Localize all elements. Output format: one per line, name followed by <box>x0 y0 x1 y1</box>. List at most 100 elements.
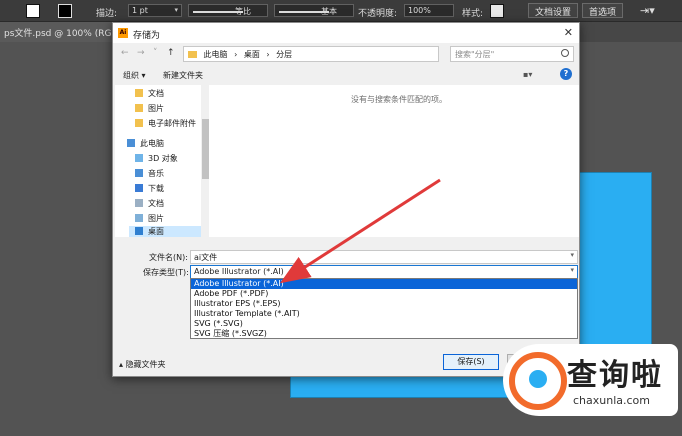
tree-item-this-pc[interactable]: 此电脑 <box>127 138 164 149</box>
tree-item-label: 音乐 <box>148 169 164 178</box>
brush-label: 基本 <box>321 7 337 16</box>
desktop-icon <box>135 227 143 235</box>
document-setup-button[interactable]: 文档设置 <box>528 3 579 18</box>
chevron-down-icon: ▾ <box>570 266 574 274</box>
picture-icon <box>135 214 143 222</box>
filetype-dropdown: Adobe Illustrator (*.AI) Adobe PDF (*.PD… <box>190 278 578 339</box>
computer-icon <box>127 139 135 147</box>
back-icon[interactable]: ← <box>121 48 129 58</box>
filetype-select[interactable]: Adobe Illustrator (*.AI) ▾ <box>190 265 578 279</box>
new-folder-button[interactable]: 新建文件夹 <box>163 70 203 81</box>
tree-item-music[interactable]: 音乐 <box>135 168 164 179</box>
illustrator-app-icon: Ai <box>118 28 128 38</box>
address-bar[interactable]: 此电脑 › 桌面 › 分层 <box>183 46 439 62</box>
watermark-url: chaxunla.com <box>573 394 650 407</box>
filetype-option-ait[interactable]: Illustrator Template (*.AIT) <box>191 309 577 319</box>
chevron-down-icon: ▾ <box>174 6 178 14</box>
stroke-weight-value: 1 pt <box>132 6 148 15</box>
folder-icon <box>188 51 197 58</box>
view-options-icon[interactable]: ▪▾ <box>523 70 532 79</box>
tree-item-label: 文档 <box>148 89 164 98</box>
close-icon[interactable]: ✕ <box>564 26 573 39</box>
download-icon <box>135 184 143 192</box>
filetype-option-svgz[interactable]: SVG 压缩 (*.SVGZ) <box>191 329 577 339</box>
style-label: 样式: <box>462 9 484 19</box>
tree-item-pictures-pc[interactable]: 图片 <box>135 213 164 224</box>
magnifier-logo-icon <box>509 352 567 410</box>
tree-item-desktop[interactable]: 桌面 <box>129 226 201 237</box>
opacity-field[interactable]: 100% <box>404 4 454 17</box>
fill-swatch[interactable] <box>26 4 40 18</box>
logo-dot <box>529 370 547 388</box>
tree-item-label: 此电脑 <box>140 139 164 148</box>
organize-menu[interactable]: 组织 ▾ <box>123 70 146 81</box>
folder-icon <box>135 104 143 112</box>
tree-item-pictures[interactable]: 图片 <box>135 103 164 114</box>
filetype-option-svg[interactable]: SVG (*.SVG) <box>191 319 577 329</box>
save-button[interactable]: 保存(S) <box>443 354 499 370</box>
up-icon[interactable]: ↑ <box>167 48 175 58</box>
scrollbar-thumb[interactable] <box>202 119 209 179</box>
style-swatch[interactable] <box>490 4 504 18</box>
filetype-option-pdf[interactable]: Adobe PDF (*.PDF) <box>191 289 577 299</box>
opacity-value: 100% <box>408 6 431 15</box>
breadcrumb-this-pc[interactable]: 此电脑 <box>204 50 228 59</box>
empty-message: 没有与搜索条件匹配的项。 <box>351 95 447 104</box>
hide-folders-toggle[interactable]: ▴ 隐藏文件夹 <box>119 359 166 370</box>
search-placeholder: 搜索"分层" <box>455 50 495 59</box>
arrange-icon[interactable]: ⇥▾ <box>640 4 655 17</box>
watermark-text: 查询啦 <box>567 358 663 393</box>
document-tab[interactable]: ps文件.psd @ 100% (RG <box>0 22 112 42</box>
folder-icon <box>135 119 143 127</box>
save-as-dialog: Ai 存储为 ✕ ← → ˅ ↑ 此电脑 › 桌面 › 分层 搜索"分层" 组织… <box>112 22 580 377</box>
breadcrumb-separator: › <box>234 50 238 59</box>
tree-item-label: 桌面 <box>148 227 164 236</box>
filename-label: 文件名(N): <box>149 253 188 262</box>
filetype-value: Adobe Illustrator (*.AI) <box>194 267 284 276</box>
filetype-option-eps[interactable]: Illustrator EPS (*.EPS) <box>191 299 577 309</box>
tree-item-label: 文档 <box>148 199 164 208</box>
document-icon <box>135 199 143 207</box>
dialog-title: 存储为 <box>133 31 161 41</box>
watermark-logo: 查询啦 chaxunla.com <box>503 344 678 416</box>
stroke-weight-field[interactable]: 1 pt ▾ <box>128 4 182 17</box>
profile-label: 等比 <box>235 7 251 16</box>
tree-item-label: 图片 <box>148 104 164 113</box>
preferences-button[interactable]: 首选项 <box>582 3 624 18</box>
tree-item-downloads[interactable]: 下载 <box>135 183 164 194</box>
breadcrumb-layers[interactable]: 分层 <box>276 50 292 59</box>
tree-item-label: 电子邮件附件 <box>148 119 196 128</box>
tree-item-documents-pc[interactable]: 文档 <box>135 198 164 209</box>
opacity-label: 不透明度: <box>358 9 398 19</box>
command-bar: 组织 ▾ 新建文件夹 ▪▾ ? <box>113 65 579 85</box>
search-icon <box>561 49 569 57</box>
control-bar: 描边: 1 pt ▾ 等比 基本 不透明度: 100% 样式: 文档设置 首选项… <box>0 0 682 22</box>
navigation-row: ← → ˅ ↑ 此电脑 › 桌面 › 分层 搜索"分层" <box>113 43 579 65</box>
music-icon <box>135 169 143 177</box>
filetype-label: 保存类型(T): <box>143 268 189 277</box>
search-input[interactable]: 搜索"分层" <box>450 46 574 62</box>
breadcrumb-separator: › <box>266 50 270 59</box>
tree-item-label: 图片 <box>148 214 164 223</box>
stroke-label: 描边: <box>96 9 118 19</box>
navigation-pane: 文档 图片 电子邮件附件 此电脑 3D 对象 音乐 下载 文档 图片 桌面 <box>115 85 210 237</box>
hide-folders-label: 隐藏文件夹 <box>125 360 166 369</box>
tree-item-label: 下载 <box>148 184 164 193</box>
forward-icon[interactable]: → <box>137 48 145 58</box>
brush-definition[interactable]: 基本 <box>274 4 354 17</box>
filetype-option-ai[interactable]: Adobe Illustrator (*.AI) <box>191 279 577 289</box>
filename-input[interactable]: ai文件 ▾ <box>190 250 578 264</box>
variable-width-profile[interactable]: 等比 <box>188 4 268 17</box>
file-list-pane: 没有与搜索条件匹配的项。 <box>209 85 579 237</box>
cube-icon <box>135 154 143 162</box>
tree-item-documents[interactable]: 文档 <box>135 88 164 99</box>
tree-item-label: 3D 对象 <box>148 154 178 163</box>
breadcrumb-desktop[interactable]: 桌面 <box>244 50 260 59</box>
chevron-down-icon[interactable]: ▾ <box>570 251 574 259</box>
stroke-swatch[interactable] <box>58 4 72 18</box>
dialog-titlebar: Ai 存储为 ✕ <box>113 23 579 43</box>
tree-item-email-attachments[interactable]: 电子邮件附件 <box>135 118 196 129</box>
help-icon[interactable]: ? <box>560 68 572 80</box>
recent-locations-icon[interactable]: ˅ <box>153 48 158 58</box>
tree-item-3d-objects[interactable]: 3D 对象 <box>135 153 178 164</box>
